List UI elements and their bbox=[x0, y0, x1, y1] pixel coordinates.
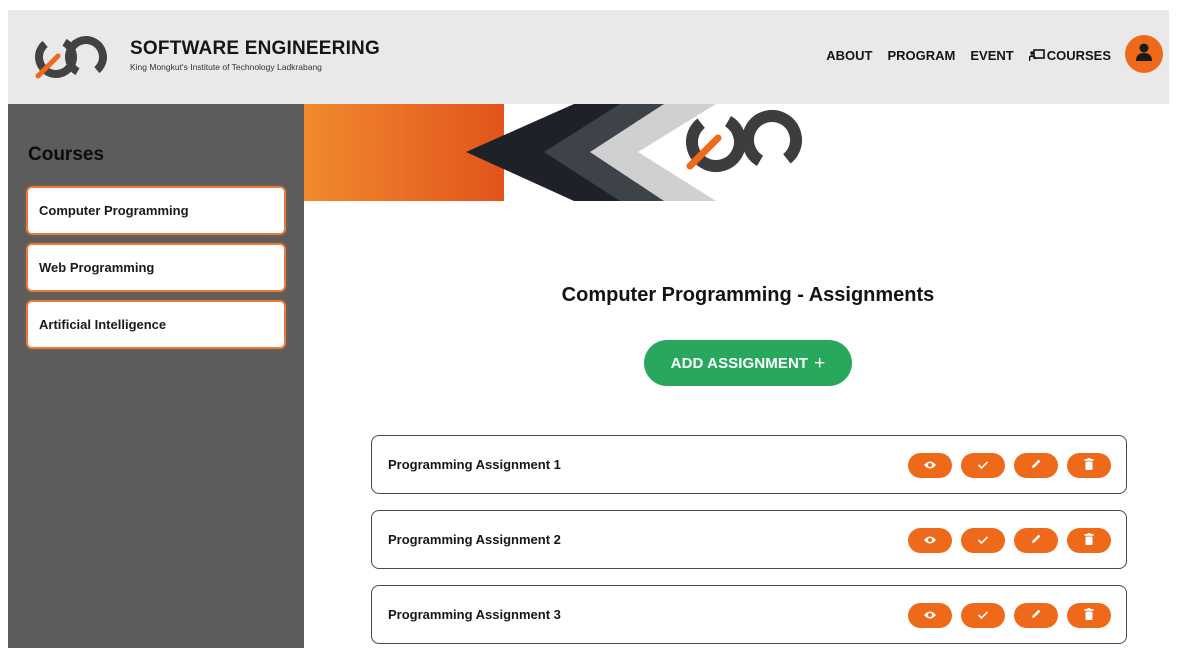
view-icon bbox=[923, 457, 937, 475]
plus-icon: + bbox=[814, 352, 826, 374]
sidebar-item-computer-programming[interactable]: Computer Programming bbox=[28, 188, 284, 233]
course-banner bbox=[304, 104, 824, 204]
sidebar-title: Courses bbox=[28, 144, 105, 165]
edit-icon bbox=[1030, 607, 1042, 625]
sidebar-item-label: Web Programming bbox=[39, 260, 155, 275]
edit-button[interactable] bbox=[1014, 603, 1058, 628]
view-button[interactable] bbox=[908, 603, 952, 628]
assignment-name: Programming Assignment 1 bbox=[388, 457, 561, 472]
top-header: SOFTWARE ENGINEERING King Mongkut's Inst… bbox=[8, 10, 1169, 104]
delete-button[interactable] bbox=[1067, 603, 1111, 628]
view-icon bbox=[923, 532, 937, 550]
assignment-name: Programming Assignment 2 bbox=[388, 532, 561, 547]
check-button[interactable] bbox=[961, 528, 1005, 553]
page-title: Computer Programming - Assignments bbox=[561, 284, 935, 306]
user-avatar[interactable] bbox=[1125, 35, 1163, 73]
courses-icon bbox=[1028, 49, 1045, 62]
view-icon bbox=[923, 607, 937, 625]
check-button[interactable] bbox=[961, 453, 1005, 478]
view-button[interactable] bbox=[908, 528, 952, 553]
view-button[interactable] bbox=[908, 453, 952, 478]
nav-about[interactable]: ABOUT bbox=[826, 48, 872, 63]
sidebar-item-web-programming[interactable]: Web Programming bbox=[28, 245, 284, 290]
user-icon bbox=[1134, 42, 1154, 67]
check-icon bbox=[977, 532, 989, 550]
nav-about-label: ABOUT bbox=[826, 48, 873, 63]
delete-icon bbox=[1084, 607, 1094, 625]
sidebar-item-artificial-intelligence[interactable]: Artificial Intelligence bbox=[28, 302, 284, 347]
assignment-actions bbox=[908, 603, 1111, 628]
edit-icon bbox=[1030, 532, 1042, 550]
nav-courses-label: COURSES bbox=[1046, 48, 1111, 63]
nav-courses[interactable]: COURSES bbox=[1028, 48, 1111, 63]
check-button[interactable] bbox=[961, 603, 1005, 628]
sidebar-item-label: Computer Programming bbox=[39, 203, 189, 218]
delete-icon bbox=[1084, 532, 1094, 550]
assignment-row[interactable]: Programming Assignment 3 bbox=[371, 585, 1127, 644]
nav-event-label: EVENT bbox=[970, 48, 1014, 63]
brand-subtitle: King Mongkut's Institute of Technology L… bbox=[130, 62, 322, 72]
add-assignment-button[interactable]: ADD ASSIGNMENT + bbox=[644, 340, 852, 386]
edit-button[interactable] bbox=[1014, 528, 1058, 553]
nav-program-label: PROGRAM bbox=[887, 48, 956, 63]
se-logo-icon[interactable] bbox=[32, 32, 112, 82]
check-icon bbox=[977, 607, 989, 625]
brand: SOFTWARE ENGINEERING King Mongkut's Inst… bbox=[130, 38, 380, 72]
add-assignment-label: ADD ASSIGNMENT bbox=[670, 354, 809, 372]
delete-button[interactable] bbox=[1067, 453, 1111, 478]
assignment-actions bbox=[908, 453, 1111, 478]
sidebar-item-label: Artificial Intelligence bbox=[39, 317, 167, 332]
nav-event[interactable]: EVENT bbox=[970, 48, 1013, 63]
edit-button[interactable] bbox=[1014, 453, 1058, 478]
assignment-actions bbox=[908, 528, 1111, 553]
main-nav: ABOUT PROGRAM EVENT COURSES bbox=[826, 48, 1111, 63]
assignment-name: Programming Assignment 3 bbox=[388, 607, 561, 622]
brand-title: SOFTWARE ENGINEERING bbox=[130, 38, 380, 59]
delete-button[interactable] bbox=[1067, 528, 1111, 553]
check-icon bbox=[977, 457, 989, 475]
delete-icon bbox=[1084, 457, 1094, 475]
assignment-row[interactable]: Programming Assignment 1 bbox=[371, 435, 1127, 494]
assignment-row[interactable]: Programming Assignment 2 bbox=[371, 510, 1127, 569]
edit-icon bbox=[1030, 457, 1042, 475]
courses-sidebar: Courses Computer Programming Web Program… bbox=[8, 104, 304, 648]
nav-program[interactable]: PROGRAM bbox=[887, 48, 955, 63]
